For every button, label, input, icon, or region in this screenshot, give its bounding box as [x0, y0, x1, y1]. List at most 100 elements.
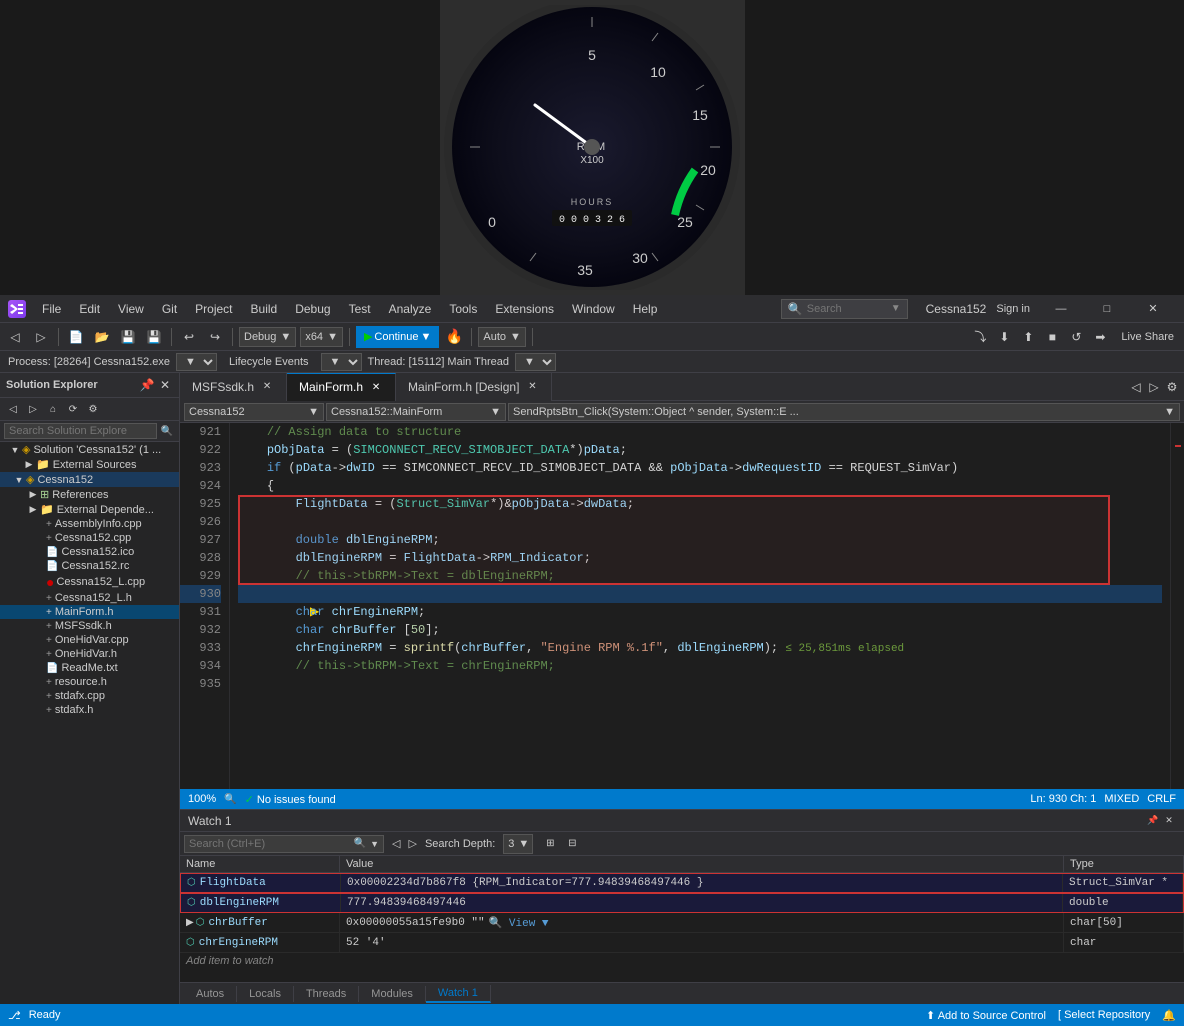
restart-button[interactable]: ↺: [1065, 326, 1087, 348]
platform-dropdown[interactable]: x64 ▼: [300, 327, 343, 347]
tab-mainformh-close[interactable]: ✕: [369, 380, 383, 394]
code-content[interactable]: // Assign data to structure pObjData = (…: [230, 423, 1170, 789]
tab-msfssdk[interactable]: MSFSsdk.h ✕: [180, 373, 287, 401]
tab-nav-right[interactable]: ▷: [1146, 379, 1162, 395]
thread-dropdown[interactable]: ▼: [515, 353, 556, 371]
select-repository-button[interactable]: [ Select Repository: [1058, 1009, 1150, 1021]
sidebar-item-references[interactable]: ▶ ⊞ References: [0, 487, 179, 502]
close-button[interactable]: ✕: [1130, 295, 1176, 323]
watch-row-dblenginerpm[interactable]: ⬡ dblEngineRPM 777.94839468497446 double: [180, 893, 1184, 913]
tab-settings-button[interactable]: ⚙: [1164, 379, 1180, 395]
sidebar-item-msfssdk[interactable]: + MSFSsdk.h: [0, 619, 179, 633]
lifecycle-dropdown[interactable]: ▼: [321, 353, 362, 371]
menu-window[interactable]: Window: [564, 300, 623, 318]
menu-build[interactable]: Build: [243, 300, 286, 318]
sidebar-item-stdafxcpp[interactable]: + stdafx.cpp: [0, 689, 179, 703]
sidebar-item-resourceh[interactable]: + resource.h: [0, 675, 179, 689]
chrbuffer-view-button[interactable]: 🔍 View ▼: [489, 916, 549, 930]
stop-button[interactable]: ■: [1041, 326, 1063, 348]
solution-node[interactable]: ▼ ◈ Solution 'Cessna152' (1 ...: [0, 442, 179, 457]
sidebar-item-cessna152ico[interactable]: 📄 Cessna152.ico: [0, 545, 179, 559]
nav-class-dropdown[interactable]: Cessna152 ▼: [184, 403, 324, 421]
sidebar-forward-button[interactable]: ▷: [24, 400, 42, 418]
sidebar-item-stdafxh[interactable]: + stdafx.h: [0, 703, 179, 717]
menu-analyze[interactable]: Analyze: [381, 300, 440, 318]
step-into-button[interactable]: ⬇: [993, 326, 1015, 348]
watch-expand-button[interactable]: ⊞: [541, 835, 559, 853]
new-file-button[interactable]: 📄: [65, 326, 87, 348]
sidebar-sync-button[interactable]: ⟳: [64, 400, 82, 418]
save-button[interactable]: 💾: [117, 326, 139, 348]
save-all-button[interactable]: 💾: [143, 326, 165, 348]
menu-debug[interactable]: Debug: [287, 300, 338, 318]
process-dropdown[interactable]: ▼: [176, 353, 217, 371]
nav-back-button[interactable]: ◁: [4, 326, 26, 348]
step-over-button[interactable]: ⤵: [969, 326, 991, 348]
watch-search-box[interactable]: 🔍 ▼: [184, 835, 384, 853]
sidebar-item-assemblyinfo[interactable]: + AssemblyInfo.cpp: [0, 517, 179, 531]
tab-watch1[interactable]: Watch 1: [426, 985, 491, 1003]
tab-msfssdk-close[interactable]: ✕: [260, 380, 274, 394]
nav-function-dropdown[interactable]: SendRptsBtn_Click(System::Object ^ sende…: [508, 403, 1180, 421]
sidebar-back-button[interactable]: ◁: [4, 400, 22, 418]
sidebar-item-onehidvarcpp[interactable]: + OneHidVar.cpp: [0, 633, 179, 647]
minimize-button[interactable]: —: [1038, 295, 1084, 323]
menu-tools[interactable]: Tools: [441, 300, 485, 318]
signin-button[interactable]: Sign in: [996, 303, 1030, 315]
notification-icon[interactable]: 🔔: [1162, 1009, 1176, 1022]
sidebar-item-ext-dep[interactable]: ▶ 📁 External Depende...: [0, 502, 179, 517]
menu-extensions[interactable]: Extensions: [487, 300, 562, 318]
tab-autos[interactable]: Autos: [184, 986, 237, 1002]
sidebar-home-button[interactable]: ⌂: [44, 400, 62, 418]
menu-git[interactable]: Git: [154, 300, 185, 318]
nav-forward-button[interactable]: ▷: [30, 326, 52, 348]
debug-config-dropdown[interactable]: Debug ▼: [239, 327, 296, 347]
live-share-button[interactable]: Live Share: [1121, 331, 1174, 343]
add-source-control-button[interactable]: ⬆ Add to Source Control: [926, 1009, 1046, 1022]
sidebar-item-readme[interactable]: 📄 ReadMe.txt: [0, 661, 179, 675]
sidebar-item-external-sources[interactable]: ▶ 📁 External Sources: [0, 457, 179, 472]
watch-pin-button[interactable]: 📌: [1146, 814, 1160, 828]
sidebar-item-cessna152cpp[interactable]: + Cessna152.cpp: [0, 531, 179, 545]
watch-row-flightdata[interactable]: ⬡ FlightData 0x00002234d7b867f8 {RPM_Ind…: [180, 873, 1184, 893]
auto-dropdown[interactable]: Auto ▼: [478, 327, 526, 347]
depth-dropdown[interactable]: 3 ▼: [503, 834, 533, 854]
fire-button[interactable]: 🔥: [443, 326, 465, 348]
watch-nav-forward[interactable]: ▷: [408, 837, 416, 850]
titlebar-search-input[interactable]: [807, 303, 887, 315]
sidebar-item-cessna152lh[interactable]: + Cessna152_L.h: [0, 591, 179, 605]
sidebar-item-cessna152rc[interactable]: 📄 Cessna152.rc: [0, 559, 179, 573]
redo-button[interactable]: ↪: [204, 326, 226, 348]
menu-edit[interactable]: Edit: [71, 300, 108, 318]
tab-locals[interactable]: Locals: [237, 986, 294, 1002]
chrbuffer-expand-arrow[interactable]: ▶: [186, 917, 194, 929]
menu-view[interactable]: View: [110, 300, 152, 318]
menu-help[interactable]: Help: [625, 300, 666, 318]
watch-close-button[interactable]: ✕: [1162, 814, 1176, 828]
titlebar-search-box[interactable]: 🔍 ▼: [781, 299, 908, 319]
continue-button[interactable]: ▶ Continue ▼: [356, 326, 439, 348]
nav-member-dropdown[interactable]: Cessna152::MainForm ▼: [326, 403, 506, 421]
sidebar-pin-button[interactable]: 📌: [139, 377, 155, 393]
watch-search-input[interactable]: [189, 838, 350, 850]
tab-mainformh[interactable]: MainForm.h ✕: [287, 373, 396, 401]
add-watch-button[interactable]: Add item to watch: [180, 953, 1184, 969]
watch-collapse-button[interactable]: ⊟: [563, 835, 581, 853]
search-dropdown-icon[interactable]: ▼: [891, 303, 901, 314]
sidebar-item-onehidvarh[interactable]: + OneHidVar.h: [0, 647, 179, 661]
sidebar-item-cessna152lcpp[interactable]: ● Cessna152_L.cpp: [0, 573, 179, 591]
sidebar-item-mainformh[interactable]: + MainForm.h: [0, 605, 179, 619]
step-out-button[interactable]: ⬆: [1017, 326, 1039, 348]
maximize-button[interactable]: □: [1084, 295, 1130, 323]
tab-mainformh-design[interactable]: MainForm.h [Design] ✕: [396, 373, 552, 401]
open-button[interactable]: 📂: [91, 326, 113, 348]
undo-button[interactable]: ↩: [178, 326, 200, 348]
tab-threads[interactable]: Threads: [294, 986, 359, 1002]
menu-project[interactable]: Project: [187, 300, 240, 318]
zoom-button[interactable]: 🔍: [224, 794, 236, 805]
sidebar-settings-button[interactable]: ⚙: [84, 400, 102, 418]
sidebar-search-button[interactable]: 🔍: [159, 423, 175, 439]
sidebar-search-input[interactable]: [4, 423, 157, 439]
tab-nav-left[interactable]: ◁: [1128, 379, 1144, 395]
project-node[interactable]: ▼ ◈ Cessna152: [0, 472, 179, 487]
